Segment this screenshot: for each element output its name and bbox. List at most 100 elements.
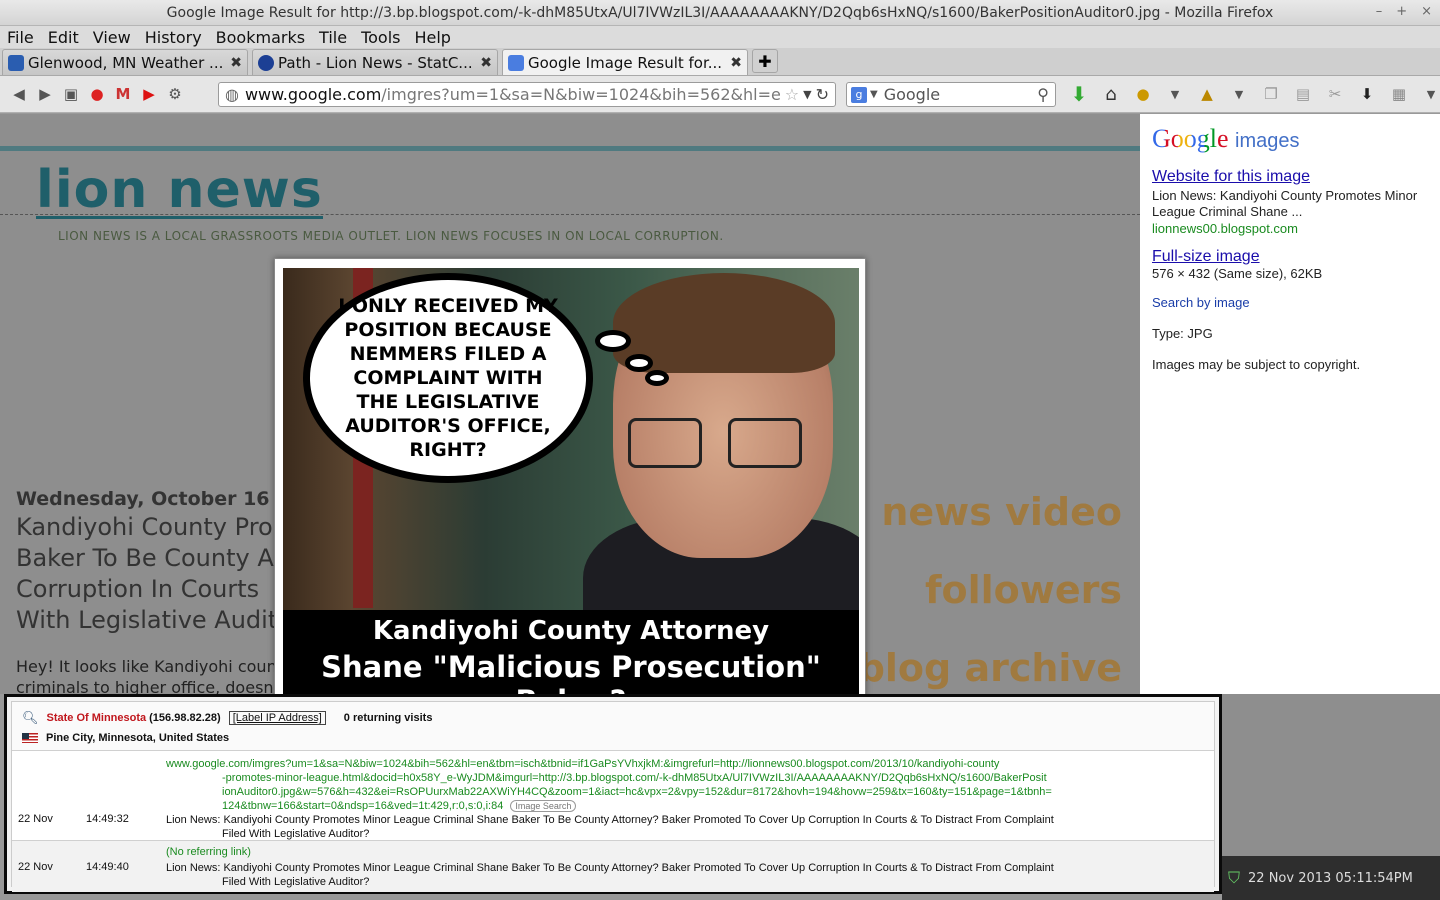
- plus-icon: ✚: [758, 51, 772, 71]
- visited-page-line: Lion News: Kandiyohi County Promotes Min…: [166, 814, 1054, 826]
- post-title-line: Baker To Be County A: [16, 544, 274, 572]
- sidebar-heading-video: n news video: [841, 490, 1122, 534]
- forward-arrow-icon[interactable]: ▶: [32, 82, 58, 106]
- tab-weather[interactable]: Glenwood, MN Weather ... ✖: [2, 49, 248, 75]
- menu-view[interactable]: View: [86, 28, 138, 47]
- camera-icon[interactable]: ▣: [58, 82, 84, 106]
- visitor-city-row: Pine City, Minnesota, United States: [22, 732, 1224, 744]
- post-date: Wednesday, October 16: [16, 488, 270, 510]
- thought-dot: [595, 330, 631, 352]
- gmail-icon[interactable]: M: [110, 82, 136, 106]
- menu-bookmarks[interactable]: Bookmarks: [209, 28, 312, 47]
- minimize-icon[interactable]: –: [1376, 4, 1383, 19]
- post-body: Hey! It looks like Kandiyohi coun crimin…: [16, 656, 286, 694]
- search-placeholder: Google: [883, 85, 941, 104]
- preview-image[interactable]: I ONLY RECEIVED MY POSITION BECAUSE NEMM…: [283, 268, 859, 694]
- website-for-image-link[interactable]: Website for this image: [1152, 168, 1310, 185]
- dropdown-arrow-icon[interactable]: ▼: [803, 88, 811, 101]
- tab-label: Glenwood, MN Weather ...: [28, 53, 224, 72]
- map-pin-icon[interactable]: ●: [84, 82, 110, 106]
- thought-dot: [625, 354, 653, 372]
- glasses-left-lens: [628, 418, 702, 468]
- website-description: Lion News: Kandiyohi County Promotes Min…: [1152, 188, 1418, 219]
- url-path: /imgres?um=1&sa=N&biw=1024&bih=562&hl=en…: [381, 85, 781, 104]
- dropdown-arrow-icon[interactable]: ▼: [870, 89, 878, 100]
- post-title-line: With Legislative Audit: [16, 606, 278, 634]
- search-by-image-link[interactable]: Search by image: [1152, 295, 1428, 310]
- visit-date: 22 Nov: [18, 861, 53, 873]
- visitor-location[interactable]: State Of Minnesota: [47, 712, 147, 724]
- google-images-logo[interactable]: Google images: [1152, 124, 1428, 154]
- visit-time: 14:49:32: [86, 813, 129, 825]
- copy-icon[interactable]: ❐: [1258, 82, 1284, 106]
- page-background-strip: [1222, 694, 1440, 856]
- downloads-icon[interactable]: ⬇: [1354, 82, 1380, 106]
- back-arrow-icon[interactable]: ◀: [6, 82, 32, 106]
- tab-close-icon[interactable]: ✖: [730, 55, 742, 71]
- menu-edit[interactable]: Edit: [41, 28, 86, 47]
- visited-page-link[interactable]: Lion News: Kandiyohi County Promotes Min…: [166, 861, 1206, 889]
- header-rule: [0, 146, 1140, 151]
- visit-row: (No referring link) 22 Nov 14:49:40 Lion…: [12, 840, 1214, 892]
- dropdown-arrow-icon[interactable]: ▼: [1226, 82, 1252, 106]
- thought-bubble-text: I ONLY RECEIVED MY POSITION BECAUSE NEMM…: [338, 295, 558, 461]
- new-tab-button[interactable]: ✚: [752, 49, 778, 73]
- tab-google-image[interactable]: Google Image Result for... ✖: [502, 49, 748, 75]
- dropdown-arrow-icon[interactable]: ▼: [1162, 82, 1188, 106]
- post-title[interactable]: Kandiyohi County Pro Baker To Be County …: [16, 512, 286, 636]
- star-icon[interactable]: ☆: [785, 85, 799, 104]
- search-input[interactable]: g ▼ Google ⚲: [846, 82, 1056, 107]
- no-referrer-text: (No referring link): [166, 846, 251, 858]
- tab-statcounter[interactable]: Path - Lion News - StatC... ✖: [252, 49, 498, 75]
- visited-page-link[interactable]: Lion News: Kandiyohi County Promotes Min…: [166, 813, 1206, 841]
- reload-icon[interactable]: ↻: [816, 85, 829, 104]
- menu-tile[interactable]: Tile: [312, 28, 354, 47]
- paste-icon[interactable]: ▤: [1290, 82, 1316, 106]
- post-title-line: Corruption In Courts: [16, 575, 260, 603]
- magnifier-icon[interactable]: 🔍︎: [22, 710, 39, 726]
- tab-close-icon[interactable]: ✖: [230, 55, 242, 71]
- blog-title[interactable]: lion news: [36, 164, 323, 219]
- weather-favicon-icon: [8, 54, 24, 71]
- visit-time: 14:49:40: [86, 861, 129, 873]
- visitor-city: Pine City, Minnesota, United States: [46, 732, 230, 744]
- lock-addon-icon[interactable]: ▲: [1194, 82, 1220, 106]
- window-title: Google Image Result for http://3.bp.blog…: [166, 4, 1274, 21]
- url-bar[interactable]: ◍ www.google.com/imgres?um=1&sa=N&biw=10…: [218, 82, 836, 107]
- home-icon[interactable]: ⌂: [1098, 82, 1124, 106]
- maximize-icon[interactable]: +: [1396, 4, 1407, 19]
- post-body-line: criminals to higher office, doesn: [16, 678, 274, 694]
- full-size-image-link[interactable]: Full-size image: [1152, 248, 1260, 265]
- image-search-button[interactable]: Image Search: [510, 800, 577, 812]
- menu-help[interactable]: Help: [407, 28, 457, 47]
- download-arrow-icon[interactable]: ⬇: [1066, 82, 1092, 106]
- shield-icon[interactable]: ⛉: [1228, 868, 1240, 888]
- tray-clock[interactable]: 22 Nov 2013 05:11:54PM: [1248, 871, 1413, 886]
- close-window-icon[interactable]: ×: [1421, 4, 1432, 19]
- blog-tagline: LION NEWS IS A LOCAL GRASSROOTS MEDIA OU…: [58, 229, 724, 243]
- referrer-link[interactable]: www.google.com/imgres?um=1&sa=N&biw=1024…: [166, 757, 1206, 813]
- menu-tools[interactable]: Tools: [354, 28, 407, 47]
- tab-close-icon[interactable]: ✖: [480, 55, 492, 71]
- google-search-engine-icon[interactable]: g: [851, 86, 867, 103]
- tab-label: Path - Lion News - StatC...: [278, 53, 473, 72]
- menu-grid-icon[interactable]: ▦: [1386, 82, 1412, 106]
- dropdown-arrow-icon[interactable]: ▼: [1418, 82, 1440, 106]
- youtube-icon[interactable]: ▶: [136, 82, 162, 106]
- glasses-right-lens: [728, 418, 802, 468]
- menu-history[interactable]: History: [138, 28, 209, 47]
- thought-bubble: I ONLY RECEIVED MY POSITION BECAUSE NEMM…: [303, 273, 593, 483]
- image-type: Type: JPG: [1152, 326, 1213, 341]
- toolbar-icons: ⬇ ⌂ ● ▼ ▲ ▼ ❐ ▤ ✂ ⬇ ▦ ▼: [1066, 82, 1440, 106]
- menu-file[interactable]: File: [0, 28, 41, 47]
- label-ip-button[interactable]: [Label IP Address]: [228, 711, 326, 725]
- full-size-description: 576 × 432 (Same size), 62KB: [1152, 266, 1323, 281]
- search-icon[interactable]: ⚲: [1037, 85, 1049, 104]
- tab-bar: Glenwood, MN Weather ... ✖ Path - Lion N…: [0, 48, 1440, 76]
- visitor-ip: (156.98.82.28): [149, 712, 221, 724]
- statcounter-visit-popup: 🔍︎ State Of Minnesota (156.98.82.28) [La…: [4, 694, 1222, 894]
- addon-icon[interactable]: ●: [1130, 82, 1156, 106]
- visited-page-line: Filed With Legislative Auditor?: [222, 828, 370, 840]
- gear-icon[interactable]: ⚙: [162, 82, 188, 106]
- cut-icon[interactable]: ✂: [1322, 82, 1348, 106]
